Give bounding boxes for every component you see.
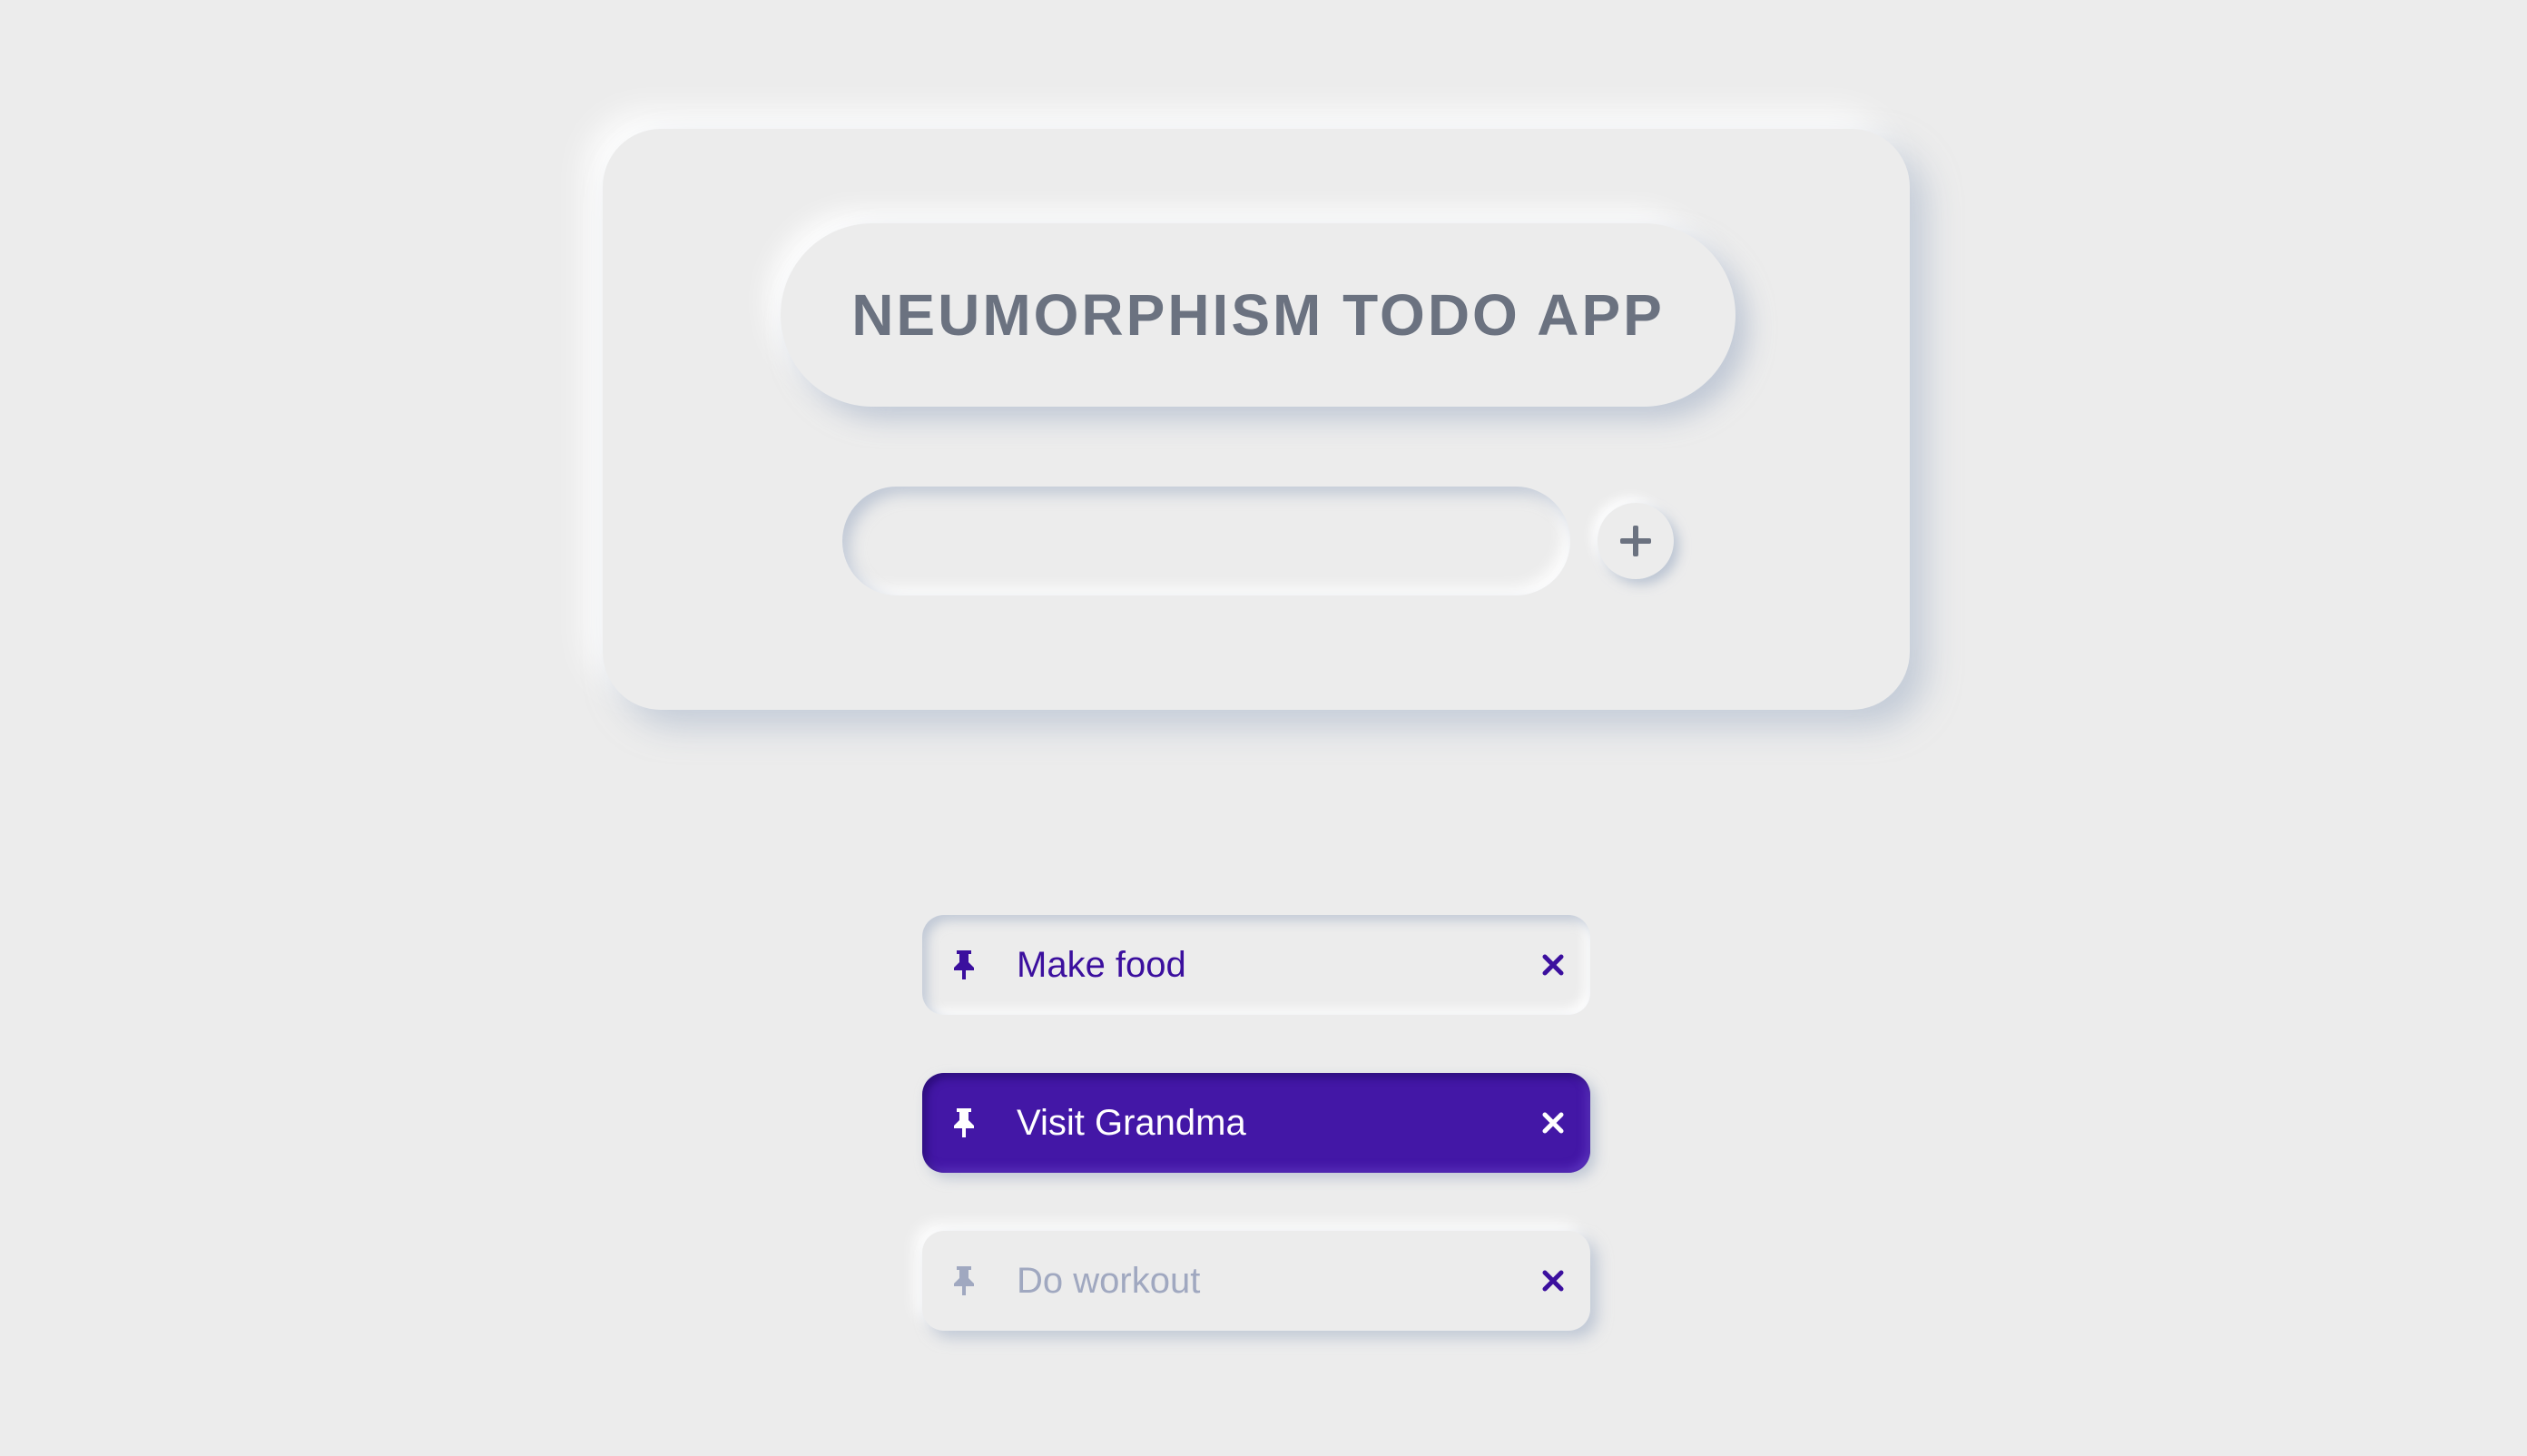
pin-icon	[954, 950, 974, 979]
close-icon[interactable]	[1539, 1109, 1567, 1136]
pin-icon	[954, 1266, 974, 1295]
todo-item-visit-grandma[interactable]: Visit Grandma	[922, 1073, 1590, 1173]
todo-item-make-food[interactable]: Make food	[922, 915, 1590, 1015]
todo-label: Do workout	[1017, 1261, 1201, 1301]
close-icon[interactable]	[1539, 1267, 1567, 1294]
app-title: NEUMORPHISM TODO APP	[851, 282, 1665, 348]
add-todo-button[interactable]	[1598, 503, 1674, 579]
todo-input[interactable]	[842, 487, 1570, 595]
todo-label: Make food	[1017, 945, 1186, 985]
todo-label: Visit Grandma	[1017, 1103, 1246, 1143]
pin-icon	[954, 1108, 974, 1137]
close-icon[interactable]	[1539, 951, 1567, 979]
app-card: NEUMORPHISM TODO APP	[603, 129, 1910, 710]
todo-item-do-workout[interactable]: Do workout	[922, 1231, 1590, 1331]
plus-icon	[1620, 526, 1651, 556]
title-banner: NEUMORPHISM TODO APP	[781, 223, 1735, 407]
